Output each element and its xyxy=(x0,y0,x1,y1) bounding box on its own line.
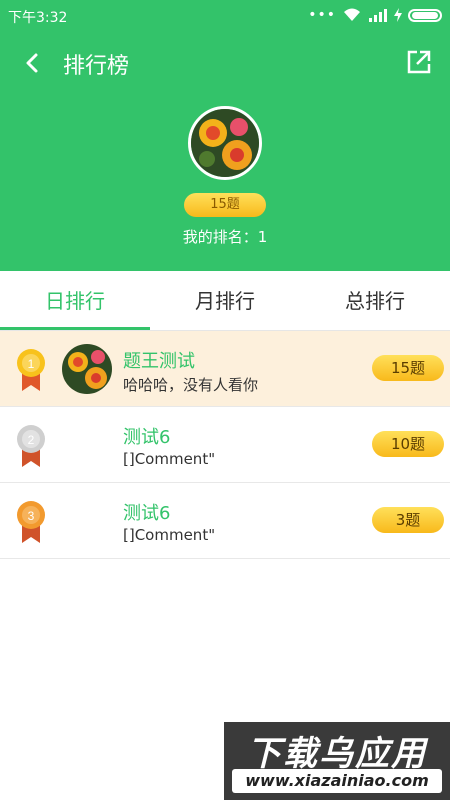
tab-monthly[interactable]: 月排行 xyxy=(150,271,300,331)
flower-avatar-image xyxy=(191,109,259,177)
avatar[interactable] xyxy=(188,106,262,180)
svg-text:1: 1 xyxy=(28,357,35,371)
flower-avatar-image xyxy=(62,344,112,394)
rank-tabs: 日排行 月排行 总排行 xyxy=(0,271,450,331)
my-score-badge: 15题 xyxy=(184,193,266,217)
row-avatar[interactable] xyxy=(62,344,112,394)
header: 下午3:32 ••• 排行榜 15题 我的排名：1 xyxy=(0,0,450,271)
row-name: 测试6 xyxy=(123,427,171,448)
tab-total[interactable]: 总排行 xyxy=(300,271,450,331)
row-score-badge: 15题 xyxy=(372,355,444,381)
charging-icon xyxy=(394,8,402,22)
row-comment: 哈哈哈，没有人看你 xyxy=(123,376,259,394)
bronze-medal-icon: 3 xyxy=(17,501,45,543)
nav-bar: 排行榜 xyxy=(0,40,450,84)
share-icon[interactable] xyxy=(404,47,434,77)
watermark-url: www.xiazainiao.com xyxy=(232,769,442,793)
row-score-badge: 3题 xyxy=(372,507,444,533)
watermark-title: 下载乌应用 xyxy=(247,734,427,774)
rank-row-1[interactable]: 1 题王测试 哈哈哈，没有人看你 15题 xyxy=(0,331,450,407)
watermark-logo: 下载乌应用 www.xiazainiao.com xyxy=(224,722,450,800)
rank-row-2[interactable]: 2 测试6 []Comment" 10题 xyxy=(0,407,450,483)
status-icons: ••• xyxy=(308,7,442,23)
silver-medal-icon: 2 xyxy=(17,425,45,467)
status-time: 下午3:32 xyxy=(8,10,68,26)
row-comment: []Comment" xyxy=(123,526,216,544)
status-bar: 下午3:32 ••• xyxy=(0,0,450,32)
row-name: 题王测试 xyxy=(123,351,195,372)
row-score-badge: 10题 xyxy=(372,431,444,457)
gold-medal-icon: 1 xyxy=(17,349,45,391)
tab-indicator xyxy=(0,327,150,330)
wifi-icon xyxy=(344,8,360,21)
rank-row-3[interactable]: 3 测试6 []Comment" 3题 xyxy=(0,483,450,559)
my-rank-text: 我的排名：1 xyxy=(182,228,268,246)
signal-icon xyxy=(369,9,387,22)
svg-text:2: 2 xyxy=(28,433,35,447)
back-arrow-icon[interactable] xyxy=(18,48,48,78)
battery-icon xyxy=(408,8,442,22)
tab-daily[interactable]: 日排行 xyxy=(0,271,150,331)
page-title: 排行榜 xyxy=(63,54,130,79)
row-comment: []Comment" xyxy=(123,450,216,468)
notification-dots: ••• xyxy=(308,7,336,23)
svg-text:3: 3 xyxy=(28,509,35,523)
row-name: 测试6 xyxy=(123,503,171,524)
